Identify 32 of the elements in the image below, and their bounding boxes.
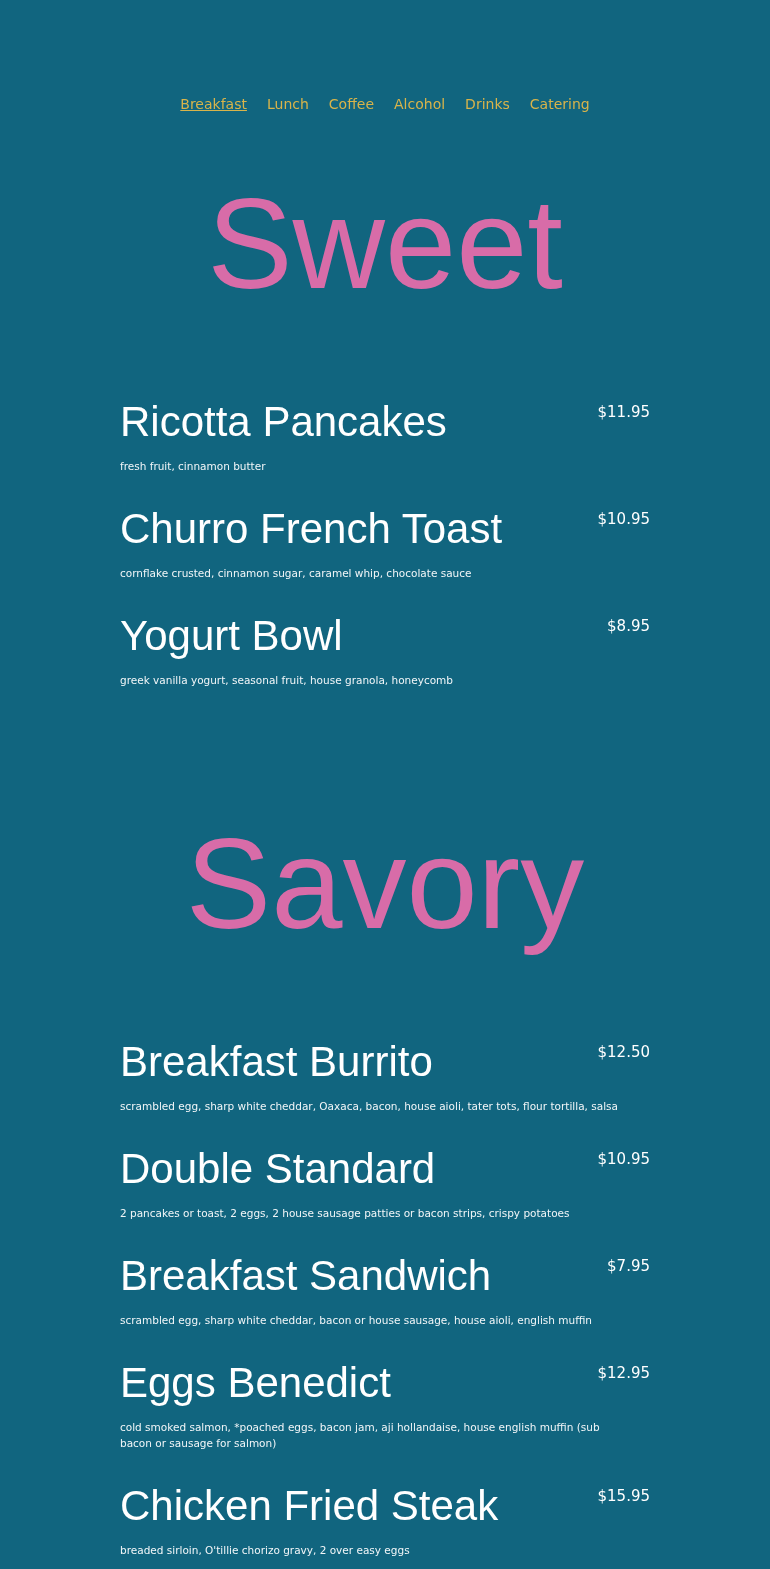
item-name: Ricotta Pancakes <box>120 398 447 446</box>
nav-link[interactable]: Drinks <box>465 92 510 116</box>
nav-link[interactable]: Coffee <box>328 92 375 116</box>
item-name: Breakfast Sandwich <box>120 1252 492 1300</box>
item-description: cold smoked salmon, *poached eggs, bacon jam, aji hollandaise, house english muffin (sub bacon or sausage for salmon) <box>120 1420 601 1451</box>
item-name: Yogurt Bowl <box>120 612 343 660</box>
item-price: $12.95 <box>597 1363 650 1383</box>
item-name: Chicken Fried Steak <box>120 1482 499 1530</box>
section-heading: Savory <box>184 811 586 956</box>
item-name: Breakfast Burrito <box>120 1038 433 1086</box>
item-price: $11.95 <box>597 402 650 422</box>
item-description: fresh fruit, cinnamon butter <box>120 459 267 474</box>
item-description: cornflake crusted, cinnamon sugar, caramel whip, chocolate sauce <box>120 566 473 581</box>
item-price: $10.95 <box>597 509 650 529</box>
nav-link[interactable]: Catering <box>529 92 590 116</box>
item-price: $8.95 <box>607 616 650 636</box>
item-description: scrambled egg, sharp white cheddar, bacon or house sausage, house aioli, english muffin <box>120 1313 594 1328</box>
item-price: $7.95 <box>607 1256 650 1276</box>
nav-link[interactable]: Breakfast <box>180 92 247 116</box>
item-name: Double Standard <box>120 1145 436 1193</box>
item-description: greek vanilla yogurt, seasonal fruit, house granola, honeycomb <box>120 673 454 688</box>
item-description: breaded sirloin, O'tillie chorizo gravy, 2 over easy eggs <box>120 1543 411 1558</box>
item-price: $15.95 <box>597 1486 650 1506</box>
section-heading: Sweet <box>206 171 564 316</box>
nav-link[interactable]: Alcohol <box>394 92 446 116</box>
item-description: 2 pancakes or toast, 2 eggs, 2 house sausage patties or bacon strips, crispy potatoes <box>120 1206 571 1221</box>
item-price: $10.95 <box>597 1149 650 1169</box>
item-name: Eggs Benedict <box>120 1359 391 1407</box>
item-description: scrambled egg, sharp white cheddar, Oaxaca, bacon, house aioli, tater tots, flour tortilla, salsa <box>120 1099 619 1114</box>
item-name: Churro French Toast <box>120 505 503 553</box>
item-price: $12.50 <box>597 1042 650 1062</box>
nav-link[interactable]: Lunch <box>266 92 309 116</box>
